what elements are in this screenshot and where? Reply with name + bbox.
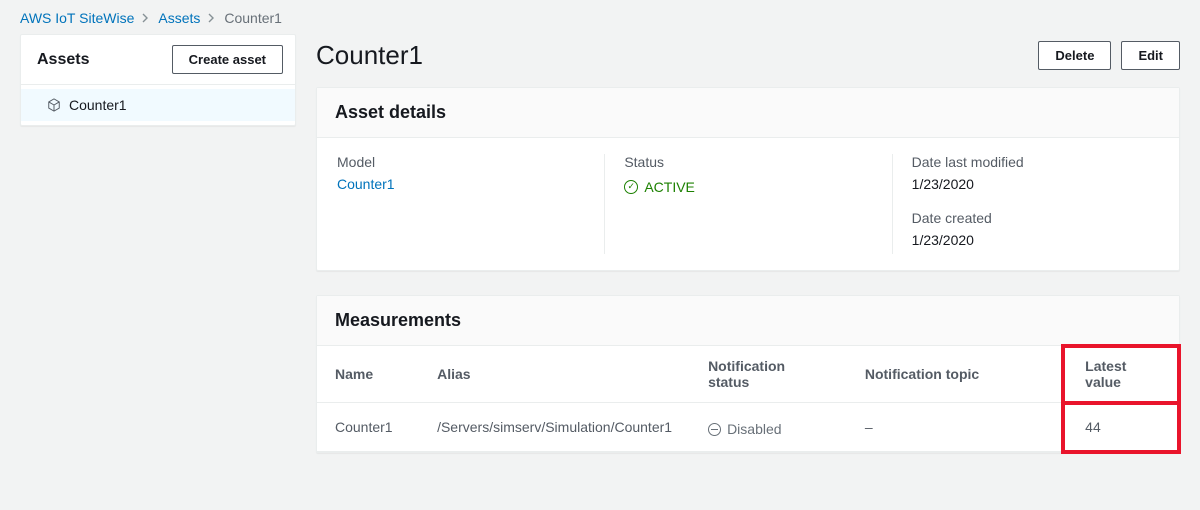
col-notif-status[interactable]: Notification status bbox=[690, 346, 847, 403]
edit-button[interactable]: Edit bbox=[1121, 41, 1180, 70]
measurements-table: Name Alias Notification status Notificat… bbox=[317, 346, 1179, 452]
asset-details-title: Asset details bbox=[335, 102, 1161, 123]
col-name[interactable]: Name bbox=[317, 346, 419, 403]
create-asset-button[interactable]: Create asset bbox=[172, 45, 283, 74]
breadcrumb-current: Counter1 bbox=[224, 10, 282, 26]
cell-alias: /Servers/simserv/Simulation/Counter1 bbox=[419, 403, 690, 452]
asset-tree: Counter1 bbox=[21, 85, 295, 125]
col-notif-topic[interactable]: Notification topic bbox=[847, 346, 1063, 403]
col-alias[interactable]: Alias bbox=[419, 346, 690, 403]
date-modified-value: 1/23/2020 bbox=[912, 176, 1159, 192]
date-created-value: 1/23/2020 bbox=[912, 232, 1159, 248]
notif-status-text: Disabled bbox=[727, 421, 781, 437]
cell-notif-topic: – bbox=[847, 403, 1063, 452]
date-created-label: Date created bbox=[912, 210, 1159, 226]
asset-details-panel: Asset details Model Counter1 Status ✓ AC… bbox=[316, 87, 1180, 271]
measurements-title: Measurements bbox=[335, 310, 1161, 331]
date-modified-label: Date last modified bbox=[912, 154, 1159, 170]
model-label: Model bbox=[337, 154, 584, 170]
measurements-panel: Measurements Name Alias Notification sta… bbox=[316, 295, 1180, 453]
asset-tree-item[interactable]: Counter1 bbox=[21, 89, 295, 121]
asset-icon bbox=[47, 98, 61, 112]
status-label: Status bbox=[624, 154, 871, 170]
main-content: Counter1 Delete Edit Asset details Model… bbox=[316, 34, 1180, 477]
status-text: ACTIVE bbox=[644, 179, 695, 195]
asset-tree-item-label: Counter1 bbox=[69, 97, 127, 113]
page-title: Counter1 bbox=[316, 40, 423, 71]
table-row[interactable]: Counter1 /Servers/simserv/Simulation/Cou… bbox=[317, 403, 1179, 452]
chevron-right-icon bbox=[142, 10, 150, 26]
cell-name: Counter1 bbox=[317, 403, 419, 452]
breadcrumb: AWS IoT SiteWise Assets Counter1 bbox=[0, 0, 1200, 34]
breadcrumb-assets[interactable]: Assets bbox=[158, 10, 200, 26]
delete-button[interactable]: Delete bbox=[1038, 41, 1111, 70]
breadcrumb-service[interactable]: AWS IoT SiteWise bbox=[20, 10, 134, 26]
table-header-row: Name Alias Notification status Notificat… bbox=[317, 346, 1179, 403]
assets-sidebar: Assets Create asset Counter1 bbox=[20, 34, 296, 126]
model-link[interactable]: Counter1 bbox=[337, 176, 395, 192]
sidebar-title: Assets bbox=[37, 51, 89, 69]
cell-latest-value: 44 bbox=[1063, 403, 1179, 452]
disabled-icon bbox=[708, 423, 721, 436]
check-circle-icon: ✓ bbox=[624, 180, 638, 194]
col-latest-value[interactable]: Latest value bbox=[1063, 346, 1179, 403]
cell-notif-status: Disabled bbox=[690, 403, 847, 452]
status-value: ✓ ACTIVE bbox=[624, 179, 695, 195]
chevron-right-icon bbox=[208, 10, 216, 26]
